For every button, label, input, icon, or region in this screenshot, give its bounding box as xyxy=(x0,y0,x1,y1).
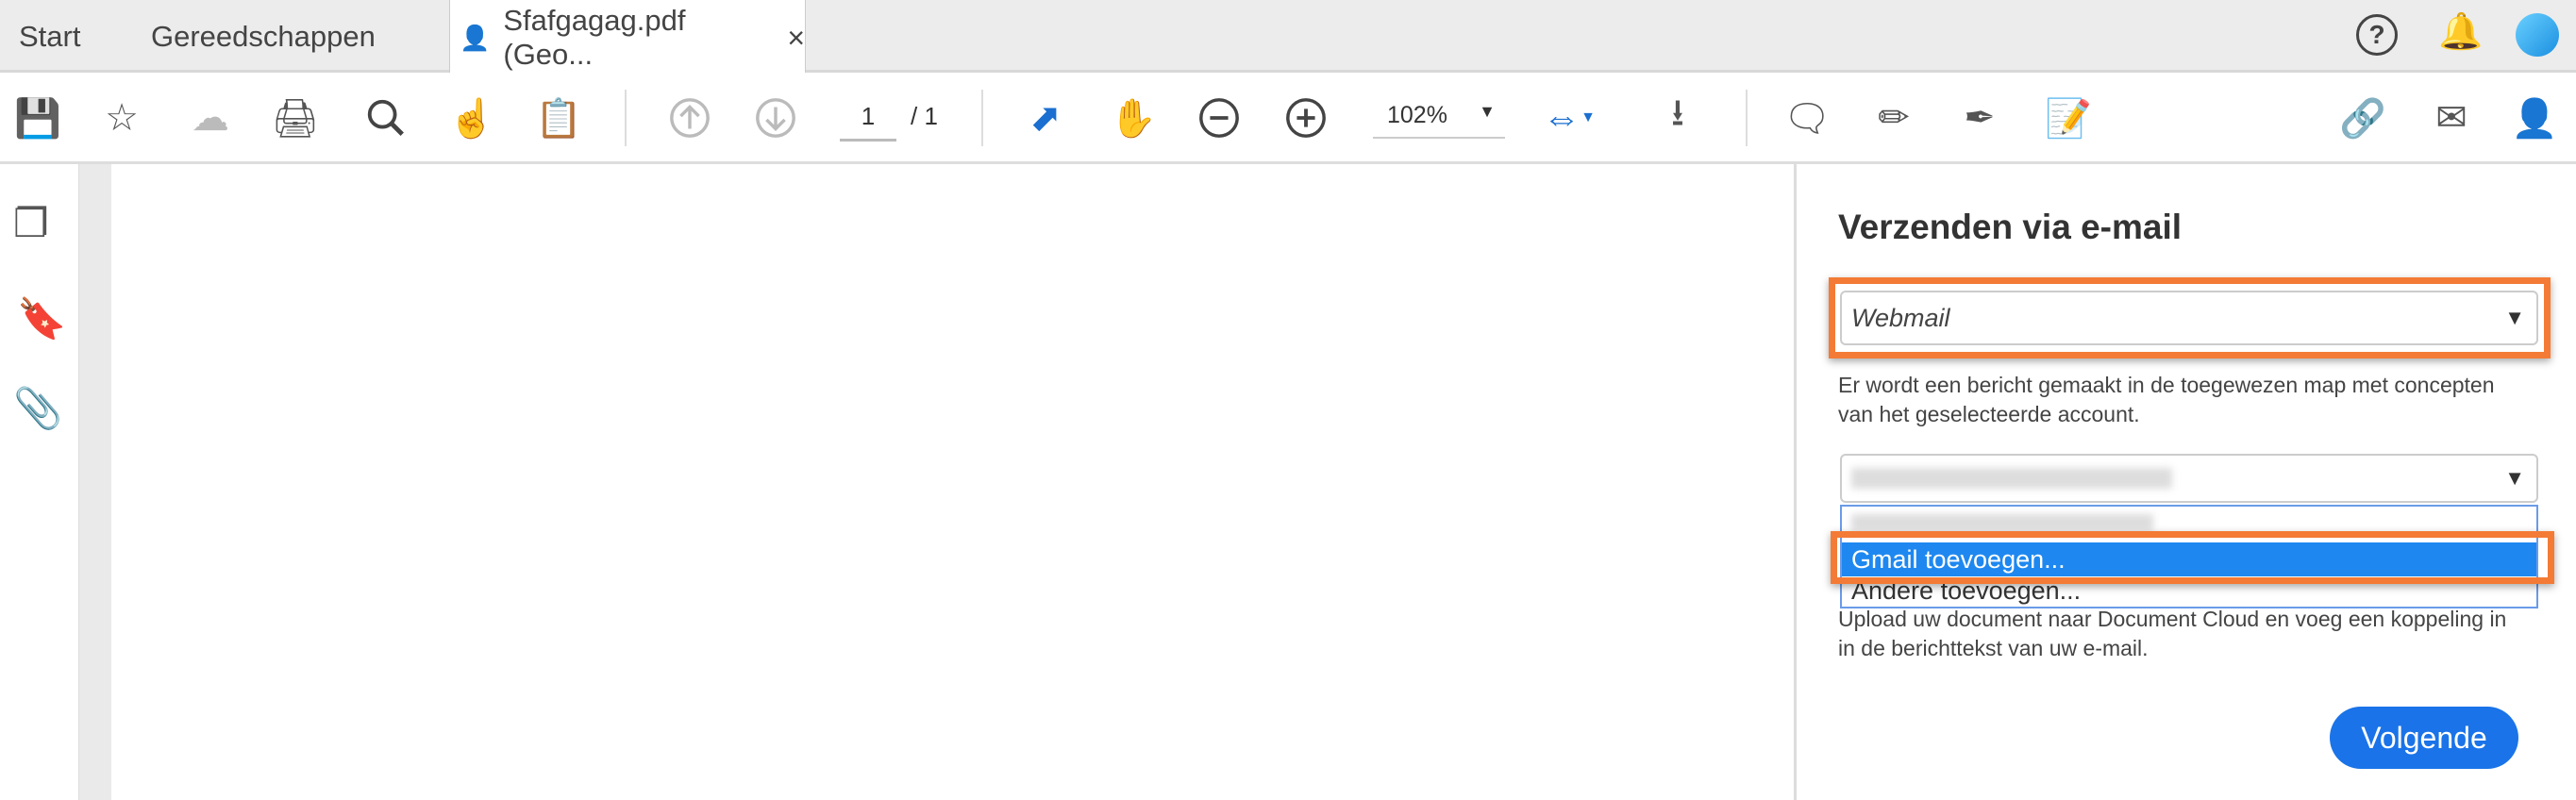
comment-icon[interactable]: 🗨 xyxy=(1783,94,1832,142)
account-value-blurred xyxy=(1851,468,2172,489)
panel-title: Verzenden via e-mail xyxy=(1838,208,2183,246)
sign-icon[interactable]: ✒ xyxy=(1956,94,2003,142)
tab-document-label: Sfafgagag.pdf (Geo... xyxy=(503,4,686,71)
hand-tool-icon[interactable]: ✋ xyxy=(1110,94,1157,142)
next-button[interactable]: Volgende xyxy=(2330,707,2518,769)
page-number-input[interactable]: 1 xyxy=(840,102,896,142)
avatar[interactable] xyxy=(2516,13,2559,57)
highlight-box xyxy=(1829,277,2551,358)
zoom-in-icon[interactable] xyxy=(1282,94,1330,142)
search-icon[interactable] xyxy=(362,94,410,142)
left-sidebar: ❐ 🔖 📎 xyxy=(0,164,79,800)
highlight-icon[interactable]: ✏ xyxy=(1870,94,1917,142)
fit-page-icon[interactable]: ⇔ ▼ xyxy=(1543,94,1596,142)
zoom-level-select[interactable]: 102% ▼ xyxy=(1373,102,1505,139)
page-total: / 1 xyxy=(911,102,938,130)
next-page-icon[interactable] xyxy=(752,94,799,142)
star-icon[interactable]: ☆ xyxy=(98,94,145,142)
upload-description: Upload uw document naar Document Cloud e… xyxy=(1838,607,2507,660)
bookmark-icon[interactable]: 🔖 xyxy=(17,296,66,342)
account-select[interactable]: ▼ xyxy=(1840,454,2538,503)
scroll-gutter xyxy=(79,164,111,800)
print-icon[interactable]: 🖨 xyxy=(272,94,320,142)
chevron-down-icon: ▼ xyxy=(1479,102,1496,121)
tab-document[interactable]: 👤 Sfafgagag.pdf (Geo... × xyxy=(449,0,806,75)
help-icon[interactable]: ? xyxy=(2356,14,2398,56)
email-icon[interactable]: ✉ xyxy=(2428,94,2475,142)
zoom-level-value: 102% xyxy=(1387,102,1447,128)
tab-start[interactable]: Start xyxy=(19,0,80,73)
edit-pdf-icon[interactable]: 📝 xyxy=(2045,94,2092,142)
tab-tools[interactable]: Gereedschappen xyxy=(151,0,376,73)
highlight-box xyxy=(1831,531,2554,584)
bell-icon[interactable]: 🔔 xyxy=(2438,11,2483,53)
attachment-icon[interactable]: 📎 xyxy=(13,386,62,432)
zoom-out-icon[interactable] xyxy=(1196,94,1243,142)
previous-page-icon[interactable] xyxy=(666,94,713,142)
select-cursor-icon[interactable]: ⬈ xyxy=(1022,94,1069,142)
add-user-icon[interactable]: 👤 xyxy=(2511,94,2558,142)
shared-user-icon: 👤 xyxy=(460,23,491,52)
provider-description: Er wordt een bericht gemaakt in de toege… xyxy=(1838,373,2495,426)
account-option-blurred[interactable] xyxy=(1851,514,2153,531)
chevron-down-icon: ▼ xyxy=(2504,466,2525,490)
cloud-upload-icon[interactable]: ☁ xyxy=(187,94,234,142)
scroll-mode-icon[interactable]: ⭳ xyxy=(1654,92,1701,142)
save-icon[interactable]: 💾 xyxy=(14,94,61,142)
tab-bar: Start Gereedschappen 👤 Sfafgagag.pdf (Ge… xyxy=(0,0,2576,75)
close-tab-icon[interactable]: × xyxy=(787,21,805,56)
pages-icon[interactable]: ❐ xyxy=(13,200,49,246)
page-thumbnail-icon[interactable]: 📋 xyxy=(535,94,582,142)
document-canvas[interactable] xyxy=(111,164,1794,800)
touch-mode-icon[interactable]: ☝ xyxy=(448,94,495,142)
share-link-icon[interactable]: 🔗 xyxy=(2339,94,2386,142)
